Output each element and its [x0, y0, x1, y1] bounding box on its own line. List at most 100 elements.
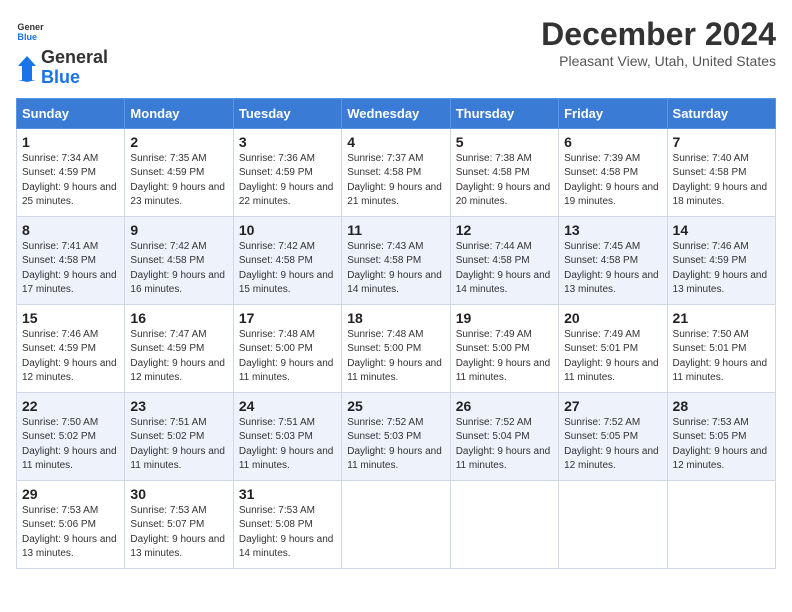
day-number: 12	[456, 222, 553, 238]
day-info: Sunrise: 7:38 AM Sunset: 4:58 PM Dayligh…	[456, 152, 553, 210]
logo-bird-icon	[16, 54, 38, 82]
daylight-text: Daylight: 9 hours and 11 minutes.	[239, 357, 336, 386]
daylight-text: Daylight: 9 hours and 12 minutes.	[130, 357, 227, 386]
day-info: Sunrise: 7:52 AM Sunset: 5:04 PM Dayligh…	[456, 416, 553, 474]
sunset-text: Sunset: 5:00 PM	[347, 342, 444, 357]
day-number: 31	[239, 486, 336, 502]
calendar-week-row: 22 Sunrise: 7:50 AM Sunset: 5:02 PM Dayl…	[17, 392, 776, 480]
sunset-text: Sunset: 4:58 PM	[673, 166, 770, 181]
sunrise-text: Sunrise: 7:40 AM	[673, 152, 770, 167]
calendar-week-row: 29 Sunrise: 7:53 AM Sunset: 5:06 PM Dayl…	[17, 480, 776, 568]
sunset-text: Sunset: 5:00 PM	[456, 342, 553, 357]
daylight-text: Daylight: 9 hours and 13 minutes.	[22, 533, 119, 562]
day-number: 7	[673, 134, 770, 150]
day-info: Sunrise: 7:47 AM Sunset: 4:59 PM Dayligh…	[130, 328, 227, 386]
sunrise-text: Sunrise: 7:50 AM	[22, 416, 119, 431]
daylight-text: Daylight: 9 hours and 11 minutes.	[456, 357, 553, 386]
sunrise-text: Sunrise: 7:35 AM	[130, 152, 227, 167]
sunrise-text: Sunrise: 7:36 AM	[239, 152, 336, 167]
daylight-text: Daylight: 9 hours and 14 minutes.	[347, 269, 444, 298]
sunset-text: Sunset: 5:04 PM	[456, 430, 553, 445]
calendar-day-cell: 11 Sunrise: 7:43 AM Sunset: 4:58 PM Dayl…	[342, 216, 450, 304]
calendar-day-cell: 2 Sunrise: 7:35 AM Sunset: 4:59 PM Dayli…	[125, 128, 233, 216]
sunrise-text: Sunrise: 7:48 AM	[347, 328, 444, 343]
day-info: Sunrise: 7:53 AM Sunset: 5:06 PM Dayligh…	[22, 504, 119, 562]
calendar-day-cell: 8 Sunrise: 7:41 AM Sunset: 4:58 PM Dayli…	[17, 216, 125, 304]
sunset-text: Sunset: 5:06 PM	[22, 518, 119, 533]
daylight-text: Daylight: 9 hours and 12 minutes.	[673, 445, 770, 474]
calendar-day-cell: 1 Sunrise: 7:34 AM Sunset: 4:59 PM Dayli…	[17, 128, 125, 216]
sunrise-text: Sunrise: 7:42 AM	[239, 240, 336, 255]
sunrise-text: Sunrise: 7:53 AM	[22, 504, 119, 519]
sunset-text: Sunset: 5:01 PM	[564, 342, 661, 357]
day-number: 15	[22, 310, 119, 326]
sunrise-text: Sunrise: 7:52 AM	[347, 416, 444, 431]
sunrise-text: Sunrise: 7:49 AM	[456, 328, 553, 343]
day-number: 29	[22, 486, 119, 502]
sunrise-text: Sunrise: 7:34 AM	[22, 152, 119, 167]
sunset-text: Sunset: 4:58 PM	[564, 166, 661, 181]
calendar-day-cell: 22 Sunrise: 7:50 AM Sunset: 5:02 PM Dayl…	[17, 392, 125, 480]
day-info: Sunrise: 7:49 AM Sunset: 5:01 PM Dayligh…	[564, 328, 661, 386]
page-header: General Blue General Blue December 2024 …	[16, 16, 776, 88]
calendar-day-cell: 16 Sunrise: 7:47 AM Sunset: 4:59 PM Dayl…	[125, 304, 233, 392]
calendar-body: 1 Sunrise: 7:34 AM Sunset: 4:59 PM Dayli…	[17, 128, 776, 568]
calendar-day-cell: 17 Sunrise: 7:48 AM Sunset: 5:00 PM Dayl…	[233, 304, 341, 392]
day-info: Sunrise: 7:48 AM Sunset: 5:00 PM Dayligh…	[239, 328, 336, 386]
sunrise-text: Sunrise: 7:48 AM	[239, 328, 336, 343]
sunrise-text: Sunrise: 7:52 AM	[456, 416, 553, 431]
day-info: Sunrise: 7:51 AM Sunset: 5:02 PM Dayligh…	[130, 416, 227, 474]
calendar-day-cell: 5 Sunrise: 7:38 AM Sunset: 4:58 PM Dayli…	[450, 128, 558, 216]
calendar-day-cell	[342, 480, 450, 568]
calendar-day-cell: 24 Sunrise: 7:51 AM Sunset: 5:03 PM Dayl…	[233, 392, 341, 480]
calendar-day-cell: 21 Sunrise: 7:50 AM Sunset: 5:01 PM Dayl…	[667, 304, 775, 392]
calendar-day-cell: 4 Sunrise: 7:37 AM Sunset: 4:58 PM Dayli…	[342, 128, 450, 216]
day-number: 25	[347, 398, 444, 414]
weekday-header-cell: Tuesday	[233, 98, 341, 128]
day-info: Sunrise: 7:39 AM Sunset: 4:58 PM Dayligh…	[564, 152, 661, 210]
daylight-text: Daylight: 9 hours and 19 minutes.	[564, 181, 661, 210]
day-number: 28	[673, 398, 770, 414]
logo: General Blue General Blue	[16, 16, 108, 88]
sunset-text: Sunset: 4:59 PM	[22, 166, 119, 181]
calendar-day-cell: 20 Sunrise: 7:49 AM Sunset: 5:01 PM Dayl…	[559, 304, 667, 392]
sunrise-text: Sunrise: 7:43 AM	[347, 240, 444, 255]
daylight-text: Daylight: 9 hours and 11 minutes.	[456, 445, 553, 474]
calendar-day-cell: 13 Sunrise: 7:45 AM Sunset: 4:58 PM Dayl…	[559, 216, 667, 304]
day-number: 1	[22, 134, 119, 150]
calendar-day-cell: 23 Sunrise: 7:51 AM Sunset: 5:02 PM Dayl…	[125, 392, 233, 480]
calendar-day-cell: 18 Sunrise: 7:48 AM Sunset: 5:00 PM Dayl…	[342, 304, 450, 392]
sunrise-text: Sunrise: 7:46 AM	[673, 240, 770, 255]
sunrise-text: Sunrise: 7:49 AM	[564, 328, 661, 343]
calendar-day-cell: 15 Sunrise: 7:46 AM Sunset: 4:59 PM Dayl…	[17, 304, 125, 392]
sunrise-text: Sunrise: 7:46 AM	[22, 328, 119, 343]
sunset-text: Sunset: 5:05 PM	[564, 430, 661, 445]
day-number: 8	[22, 222, 119, 238]
calendar-day-cell: 26 Sunrise: 7:52 AM Sunset: 5:04 PM Dayl…	[450, 392, 558, 480]
day-info: Sunrise: 7:46 AM Sunset: 4:59 PM Dayligh…	[673, 240, 770, 298]
day-number: 14	[673, 222, 770, 238]
day-number: 18	[347, 310, 444, 326]
sunset-text: Sunset: 4:59 PM	[673, 254, 770, 269]
sunset-text: Sunset: 5:00 PM	[239, 342, 336, 357]
sunset-text: Sunset: 4:59 PM	[239, 166, 336, 181]
calendar-day-cell: 6 Sunrise: 7:39 AM Sunset: 4:58 PM Dayli…	[559, 128, 667, 216]
sunset-text: Sunset: 4:58 PM	[22, 254, 119, 269]
daylight-text: Daylight: 9 hours and 13 minutes.	[564, 269, 661, 298]
sunset-text: Sunset: 5:02 PM	[22, 430, 119, 445]
day-info: Sunrise: 7:52 AM Sunset: 5:05 PM Dayligh…	[564, 416, 661, 474]
day-info: Sunrise: 7:35 AM Sunset: 4:59 PM Dayligh…	[130, 152, 227, 210]
day-info: Sunrise: 7:51 AM Sunset: 5:03 PM Dayligh…	[239, 416, 336, 474]
day-number: 9	[130, 222, 227, 238]
daylight-text: Daylight: 9 hours and 13 minutes.	[673, 269, 770, 298]
weekday-header-row: SundayMondayTuesdayWednesdayThursdayFrid…	[17, 98, 776, 128]
weekday-header-cell: Friday	[559, 98, 667, 128]
day-info: Sunrise: 7:43 AM Sunset: 4:58 PM Dayligh…	[347, 240, 444, 298]
weekday-header-cell: Sunday	[17, 98, 125, 128]
sunset-text: Sunset: 4:58 PM	[456, 166, 553, 181]
sunrise-text: Sunrise: 7:44 AM	[456, 240, 553, 255]
calendar-day-cell: 7 Sunrise: 7:40 AM Sunset: 4:58 PM Dayli…	[667, 128, 775, 216]
svg-text:General: General	[17, 22, 44, 32]
sunrise-text: Sunrise: 7:47 AM	[130, 328, 227, 343]
day-number: 23	[130, 398, 227, 414]
